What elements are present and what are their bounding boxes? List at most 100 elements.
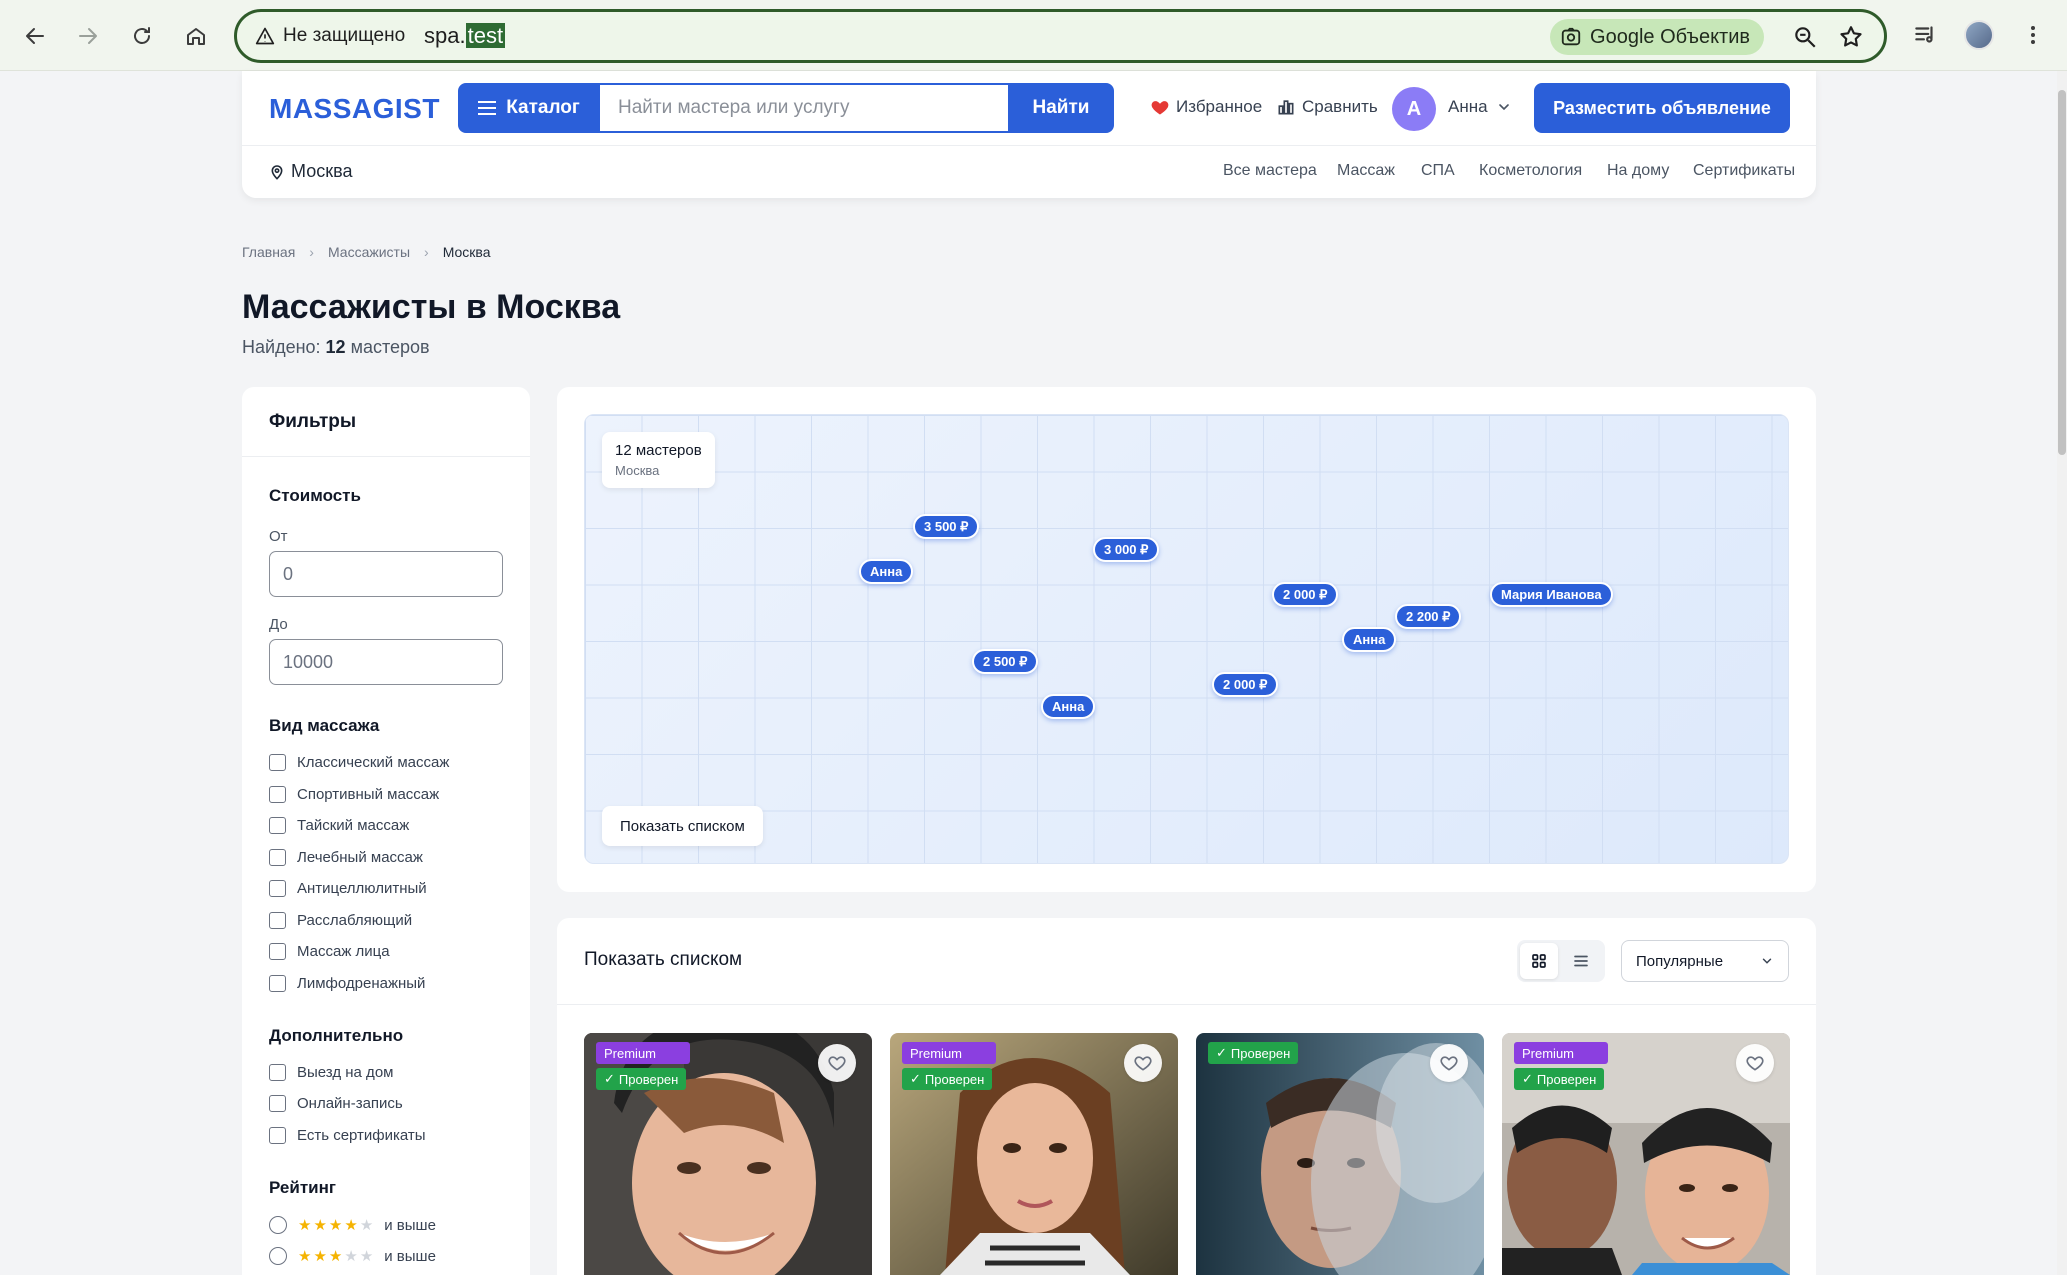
found-prefix: Найдено: [242,337,321,357]
list-view-button[interactable] [1562,943,1600,979]
radio-button[interactable] [269,1247,287,1265]
browser-toolbar: Не защищено spa.test Google Объектив [0,0,2067,71]
page-scrollbar-thumb[interactable] [2058,90,2066,455]
sort-select[interactable]: Популярные [1621,940,1789,982]
nav-all-masters[interactable]: Все мастера [1223,162,1317,180]
nav-home-visit[interactable]: На дому [1607,162,1669,180]
checkbox[interactable] [269,975,286,992]
post-ad-button[interactable]: Разместить объявление [1534,83,1790,133]
url-text[interactable]: spa.test [424,23,506,49]
google-lens-button[interactable]: Google Объектив [1550,19,1764,55]
rating-option-3[interactable]: ★ ★ ★ ★ ★ и выше [269,1247,436,1265]
radio-button[interactable] [269,1216,287,1234]
rating-option-4[interactable]: ★ ★ ★ ★ ★ и выше [269,1216,436,1234]
nav-cosmetology[interactable]: Косметология [1479,162,1582,180]
breadcrumb-masseurs[interactable]: Массажисты [328,244,410,260]
price-from-input[interactable] [269,551,503,597]
premium-badge: Premium [1514,1042,1608,1064]
checkbox[interactable] [269,1095,286,1112]
forward-button[interactable] [69,17,107,55]
checkbox[interactable] [269,943,286,960]
back-button[interactable] [16,17,54,55]
premium-badge: Premium [596,1042,690,1064]
price-from-label: От [269,528,288,545]
chevron-down-icon[interactable] [1496,99,1512,115]
media-controls-button[interactable] [1910,20,1940,50]
checkbox[interactable] [269,786,286,803]
map-pin[interactable]: 3 000 ₽ [1093,537,1160,562]
grid-view-button[interactable] [1520,943,1558,979]
map-pin[interactable]: Мария Иванова [1490,582,1613,607]
compare-link[interactable]: Сравнить [1276,97,1378,117]
security-indicator[interactable]: Не защищено [255,25,405,47]
filter-online-booking[interactable]: Онлайн-запись [269,1095,403,1112]
site-logo[interactable]: MASSAGIST [269,93,440,125]
user-name[interactable]: Анна [1448,97,1488,117]
filter-classic[interactable]: Классический массаж [269,754,449,771]
favorites-link[interactable]: Избранное [1150,97,1262,117]
reload-button[interactable] [123,17,161,55]
checkbox[interactable] [269,880,286,897]
zoom-icon[interactable] [1792,24,1818,50]
bookmark-star-icon[interactable] [1838,24,1864,50]
favorite-button[interactable] [818,1044,856,1082]
map-pin[interactable]: 2 500 ₽ [972,649,1039,674]
map-view[interactable]: 12 мастеров Москва 3 500 ₽ Анна 3 000 ₽ … [584,414,1789,864]
breadcrumb-home[interactable]: Главная [242,244,295,260]
map-pin[interactable]: 2 200 ₽ [1395,604,1462,629]
nav-certificates[interactable]: Сертификаты [1693,162,1795,180]
rating-label: и выше [384,1216,436,1234]
check-icon: ✓ [604,1071,615,1086]
search-input[interactable] [600,83,1010,133]
city-selector[interactable]: Москва [269,161,352,182]
master-card[interactable]: Premium ✓ Проверен [1502,1033,1790,1275]
filter-relaxing[interactable]: Расслабляющий [269,912,412,929]
filter-label: Выезд на дом [297,1064,394,1081]
filter-lymphatic[interactable]: Лимфодренажный [269,975,425,992]
master-card[interactable]: ✓ Проверен [1196,1033,1484,1275]
nav-massage[interactable]: Массаж [1337,162,1395,180]
filter-face[interactable]: Массаж лица [269,943,390,960]
filter-anticellulite[interactable]: Антицеллюлитный [269,880,427,897]
user-avatar[interactable]: А [1392,87,1436,131]
filter-home-visit[interactable]: Выезд на дом [269,1064,393,1081]
price-to-input[interactable] [269,639,503,685]
filter-label: Онлайн-запись [297,1095,403,1112]
filter-thai[interactable]: Тайский массаж [269,817,409,834]
map-city-label: Москва [615,463,660,478]
catalog-button[interactable]: Каталог [458,83,600,133]
verified-badge: ✓ Проверен [1208,1042,1299,1064]
filter-therapeutic[interactable]: Лечебный массаж [269,849,423,866]
checkbox[interactable] [269,849,286,866]
map-pin[interactable]: Анна [859,559,914,584]
filter-sport[interactable]: Спортивный массаж [269,786,439,803]
map-pin[interactable]: Анна [1342,627,1397,652]
checkbox[interactable] [269,1127,286,1144]
checkbox[interactable] [269,754,286,771]
map-pin[interactable]: 3 500 ₽ [913,514,980,539]
listing-card: Показать списком Популярные Premium ✓ Про… [557,918,1816,1275]
header-divider [242,145,1816,146]
heart-outline-icon [828,1056,846,1071]
filter-certificates[interactable]: Есть сертификаты [269,1127,426,1144]
master-card[interactable]: Premium ✓ Проверен [890,1033,1178,1275]
browser-profile-avatar[interactable] [1964,20,1994,50]
checkbox[interactable] [269,817,286,834]
filter-label: Лечебный массаж [297,849,423,866]
map-pin[interactable]: 2 000 ₽ [1212,672,1279,697]
browser-menu-button[interactable] [2018,20,2048,50]
favorite-button[interactable] [1124,1044,1162,1082]
nav-spa[interactable]: СПА [1421,162,1455,180]
master-card[interactable]: Premium ✓ Проверен [584,1033,872,1275]
filters-title: Фильтры [269,411,357,432]
search-button[interactable]: Найти [1008,83,1114,133]
map-pin[interactable]: Анна [1041,694,1096,719]
map-show-list-button[interactable]: Показать списком [602,806,763,846]
favorite-button[interactable] [1430,1044,1468,1082]
map-pin[interactable]: 2 000 ₽ [1272,582,1339,607]
checkbox[interactable] [269,1064,286,1081]
favorite-button[interactable] [1736,1044,1774,1082]
address-bar[interactable]: Не защищено spa.test Google Объектив [234,9,1887,63]
home-button[interactable] [177,17,215,55]
checkbox[interactable] [269,912,286,929]
